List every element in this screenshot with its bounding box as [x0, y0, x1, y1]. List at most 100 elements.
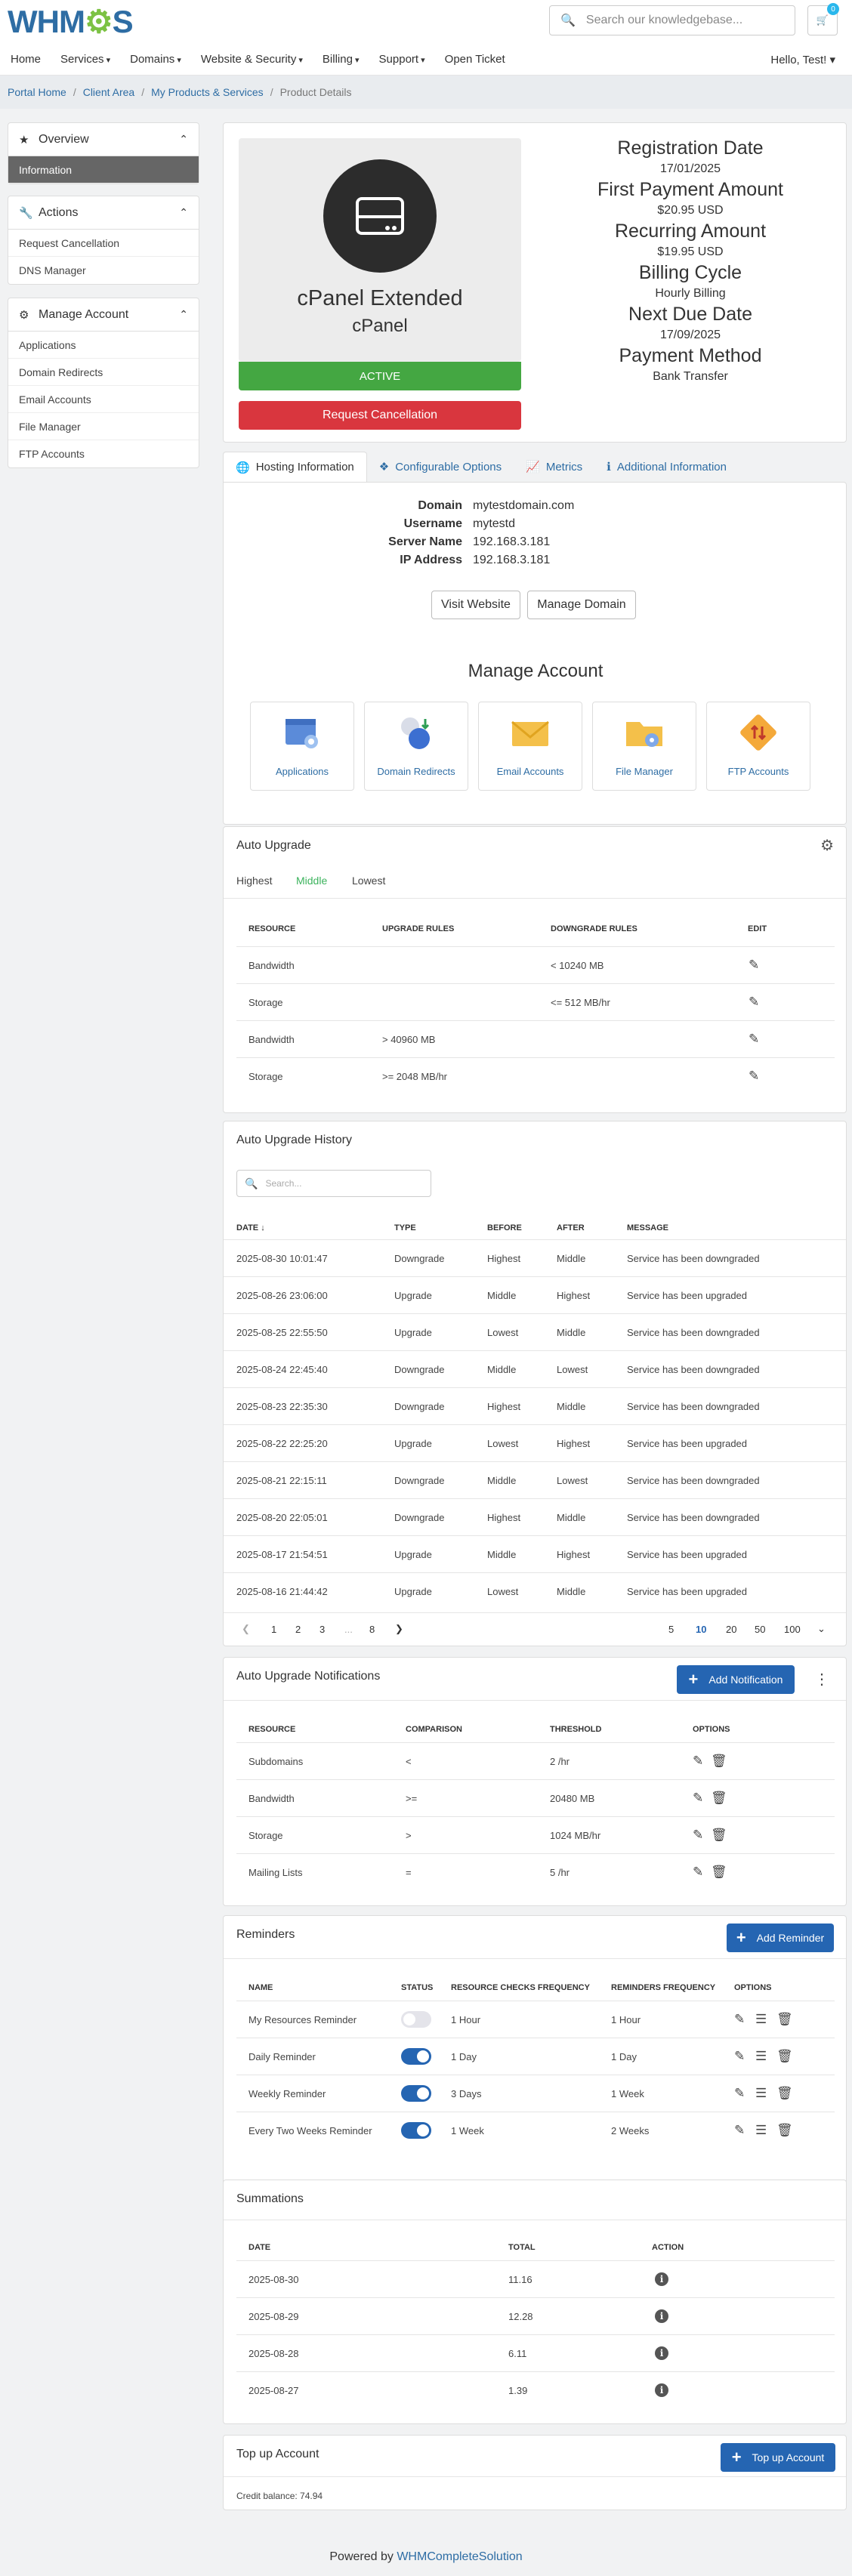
info-icon[interactable]: i [655, 2272, 668, 2286]
breadcrumb-current: Product Details [279, 86, 352, 98]
info-icon[interactable]: i [655, 2346, 668, 2360]
cart-button[interactable]: 🛒 0 [807, 3, 839, 35]
page-2[interactable]: 2 [295, 1624, 301, 1635]
history-search-input[interactable]: 🔍 Search... [236, 1170, 431, 1197]
tile-applications[interactable]: Applications [250, 702, 354, 791]
tile-domain-redirects[interactable]: Domain Redirects [364, 702, 468, 791]
status-toggle[interactable] [401, 2085, 431, 2102]
tab-metrics[interactable]: 📈 Metrics [514, 452, 594, 482]
edit-icon[interactable]: ✎ [749, 995, 759, 1010]
trash-icon[interactable]: 🗑 [776, 2012, 793, 2027]
history-before: Lowest [487, 1438, 519, 1449]
trash-icon[interactable]: 🗑 [711, 1865, 727, 1880]
trash-icon[interactable]: 🗑 [776, 2086, 793, 2101]
page-3[interactable]: 3 [320, 1624, 325, 1635]
trash-icon[interactable]: 🗑 [776, 2123, 793, 2138]
list-icon[interactable]: ☰ [755, 2012, 767, 2027]
level-tab-lowest[interactable]: Lowest [352, 875, 385, 887]
breadcrumb-portal-home[interactable]: Portal Home [8, 86, 66, 98]
nav-open-ticket[interactable]: Open Ticket [445, 53, 505, 66]
level-tab-middle[interactable]: Middle [296, 875, 327, 887]
sidebar-item-request-cancellation[interactable]: Request Cancellation [8, 230, 199, 257]
sidebar-overview-header[interactable]: ★ Overview ⌃ [8, 123, 199, 156]
edit-icon[interactable]: ✎ [734, 2123, 745, 2138]
sidebar-item-file-manager[interactable]: File Manager [8, 413, 199, 440]
nav-services[interactable]: Services [60, 53, 110, 66]
page-size-5[interactable]: 5 [668, 1624, 674, 1635]
status-toggle[interactable] [401, 2011, 431, 2028]
more-options-icon[interactable]: ⋮ [814, 1670, 829, 1689]
nav-website-security[interactable]: Website & Security [201, 53, 303, 66]
previous-page-icon[interactable]: ❮ [242, 1623, 250, 1635]
trash-icon[interactable]: 🗑 [776, 2049, 793, 2064]
sidebar-item-email-accounts[interactable]: Email Accounts [8, 386, 199, 413]
status-toggle[interactable] [401, 2122, 431, 2139]
edit-icon[interactable]: ✎ [749, 1069, 759, 1084]
nav-billing[interactable]: Billing [323, 53, 360, 66]
page-size-10[interactable]: 10 [696, 1624, 706, 1635]
level-tab-highest[interactable]: Highest [236, 875, 272, 887]
sidebar-item-domain-redirects[interactable]: Domain Redirects [8, 359, 199, 386]
nav-support[interactable]: Support [379, 53, 425, 66]
knowledgebase-search-input[interactable]: 🔍 Search our knowledgebase... [549, 5, 795, 35]
sidebar-item-dns-manager[interactable]: DNS Manager [8, 257, 199, 284]
edit-icon[interactable]: ✎ [734, 2049, 745, 2064]
tab-configurable-options[interactable]: ❖ Configurable Options [367, 452, 514, 482]
edit-icon[interactable]: ✎ [693, 1865, 703, 1880]
whmcs-logo[interactable]: WHM⚙S [8, 3, 134, 40]
tile-file-manager[interactable]: File Manager [592, 702, 696, 791]
panel-title: Top up Account [236, 2448, 320, 2460]
column-header-date[interactable]: Date ↓ [236, 1223, 265, 1232]
page-size-100[interactable]: 100 [784, 1624, 801, 1635]
status-toggle[interactable] [401, 2048, 431, 2065]
add-reminder-button[interactable]: + Add Reminder [727, 1924, 834, 1952]
top-up-account-button[interactable]: + Top up Account [721, 2443, 835, 2472]
trash-icon[interactable]: 🗑 [711, 1754, 727, 1769]
sidebar-item-information[interactable]: Information [8, 156, 199, 184]
visit-website-button[interactable]: Visit Website [431, 591, 520, 619]
tile-email-accounts[interactable]: Email Accounts [478, 702, 582, 791]
sidebar-manage-header[interactable]: ⚙ Manage Account ⌃ [8, 298, 199, 332]
next-page-icon[interactable]: ❯ [395, 1623, 403, 1635]
page-size-50[interactable]: 50 [755, 1624, 765, 1635]
tab-additional-information[interactable]: ℹ Additional Information [594, 452, 739, 482]
sidebar-actions-header[interactable]: 🔧 Actions ⌃ [8, 196, 199, 230]
edit-icon[interactable]: ✎ [734, 2012, 745, 2027]
edit-icon[interactable]: ✎ [734, 2086, 745, 2101]
history-after: Highest [557, 1438, 591, 1449]
edit-icon[interactable]: ✎ [749, 958, 759, 973]
info-icon[interactable]: i [655, 2383, 668, 2397]
sidebar-item-ftp-accounts[interactable]: FTP Accounts [8, 440, 199, 467]
add-notification-button[interactable]: + Add Notification [677, 1665, 795, 1694]
page-8[interactable]: 8 [369, 1624, 375, 1635]
edit-icon[interactable]: ✎ [749, 1032, 759, 1047]
edit-icon[interactable]: ✎ [693, 1754, 703, 1769]
tab-hosting-information[interactable]: 🌐 Hosting Information [223, 452, 367, 482]
page-size-20[interactable]: 20 [726, 1624, 736, 1635]
nav-home[interactable]: Home [11, 53, 41, 66]
edit-icon[interactable]: ✎ [693, 1828, 703, 1843]
list-icon[interactable]: ☰ [755, 2086, 767, 2101]
list-icon[interactable]: ☰ [755, 2049, 767, 2064]
gear-icon[interactable]: ⚙ [820, 836, 834, 855]
list-icon[interactable]: ☰ [755, 2123, 767, 2138]
info-icon[interactable]: i [655, 2309, 668, 2323]
page-1[interactable]: 1 [271, 1624, 276, 1635]
nav-domains[interactable]: Domains [130, 53, 181, 66]
notification-comparison: >= [406, 1793, 418, 1804]
manage-domain-button[interactable]: Manage Domain [527, 591, 636, 619]
tile-ftp-accounts[interactable]: FTP Accounts [706, 702, 810, 791]
request-cancellation-button[interactable]: Request Cancellation [239, 401, 521, 430]
breadcrumb-client-area[interactable]: Client Area [83, 86, 134, 98]
table-row: 2025-08-17 21:54:51 Upgrade Middle Highest S… [224, 1535, 846, 1572]
breadcrumb-products[interactable]: My Products & Services [151, 86, 264, 98]
footer-link[interactable]: WHMCompleteSolution [397, 2550, 522, 2563]
sidebar-item-applications[interactable]: Applications [8, 332, 199, 359]
trash-icon[interactable]: 🗑 [711, 1828, 727, 1843]
user-menu[interactable]: Hello, Test! ▾ [770, 53, 835, 66]
edit-icon[interactable]: ✎ [693, 1791, 703, 1806]
table-row: Storage >= 2048 MB/hr ✎ [236, 1057, 835, 1094]
page-size-dropdown-icon[interactable]: ⌄ [817, 1623, 826, 1635]
trash-icon[interactable]: 🗑 [711, 1791, 727, 1806]
star-icon: ★ [19, 133, 29, 147]
